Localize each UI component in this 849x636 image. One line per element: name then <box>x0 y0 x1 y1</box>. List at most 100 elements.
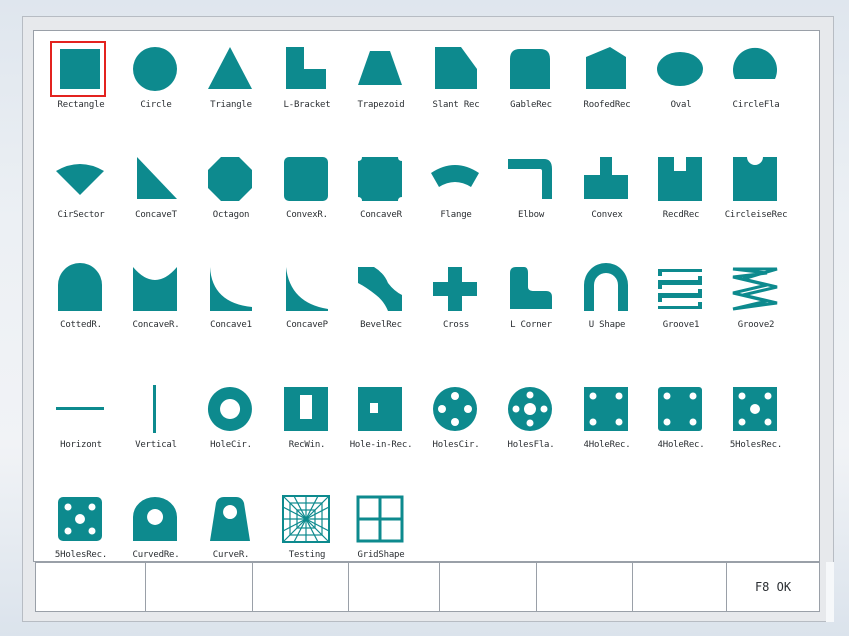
shape-item[interactable]: 4HoleRec. <box>574 373 636 473</box>
shape-item[interactable]: Convex <box>574 143 636 243</box>
function-key-slot[interactable] <box>253 563 349 611</box>
shape-label: CircleFla <box>732 100 780 110</box>
l-corner-icon <box>510 267 552 309</box>
shape-label: GridShape <box>357 550 405 560</box>
shape-item[interactable]: HoleCir. <box>198 373 260 473</box>
bevel-rect-icon <box>358 267 402 311</box>
shape-label: Cross <box>442 320 470 330</box>
shape-item[interactable]: Vertical <box>123 373 185 473</box>
gable-rect-icon <box>510 49 550 89</box>
shape-label: 4HoleRec. <box>583 440 631 450</box>
shape-item[interactable]: ConcaveR. <box>123 253 185 353</box>
trapezoid-icon <box>358 51 402 85</box>
holes-circle-icon <box>433 387 477 431</box>
curved-rect-icon <box>133 497 177 541</box>
shape-item[interactable]: Elbow <box>498 143 560 243</box>
circle-flat-icon <box>733 47 777 79</box>
function-key-slot[interactable] <box>537 563 633 611</box>
shape-item[interactable]: BevelRec <box>348 253 410 353</box>
shape-item[interactable]: 5HolesRec. <box>723 373 785 473</box>
shape-item[interactable]: Trapezoid <box>348 33 410 133</box>
hole-circle-icon <box>207 387 252 431</box>
concave-triangle-icon <box>137 157 177 199</box>
shape-item[interactable]: CottedR. <box>48 253 110 353</box>
shape-item[interactable]: ConcaveR <box>348 143 410 243</box>
four-hole-rect-icon <box>584 387 628 431</box>
shape-item[interactable]: Concave1 <box>198 253 260 353</box>
shape-label: ConcaveP <box>286 320 328 330</box>
shape-item[interactable]: GableRec <box>498 33 560 133</box>
shape-item[interactable]: CirSector <box>48 143 110 243</box>
hole-in-rect-icon <box>358 387 402 431</box>
shape-item[interactable]: RoofedRec <box>574 33 636 133</box>
function-key-slot[interactable] <box>349 563 440 611</box>
shape-item[interactable]: ConvexR. <box>274 143 336 243</box>
shape-label: GableRec <box>510 100 552 110</box>
function-key-slot[interactable] <box>440 563 537 611</box>
function-key-slot[interactable] <box>633 563 727 611</box>
l-bracket-icon <box>286 47 326 89</box>
shape-item[interactable]: U Shape <box>574 253 636 353</box>
shape-label: 5HolesRec. <box>729 440 783 450</box>
shape-item[interactable]: HolesFla. <box>498 373 560 473</box>
shape-label: Elbow <box>517 210 545 220</box>
holes-flange-icon <box>508 387 552 431</box>
shape-item[interactable]: Groove2 <box>723 253 785 353</box>
function-key-bar: F8 OK <box>35 562 820 612</box>
shape-item[interactable]: Octagon <box>198 143 260 243</box>
shape-label: ConvexR. <box>286 210 328 220</box>
shape-item[interactable]: Oval <box>648 33 710 133</box>
shape-label: HoleCir. <box>210 440 252 450</box>
curve-r-icon <box>210 497 250 541</box>
recd-rect-icon <box>658 157 702 201</box>
function-key-slot[interactable] <box>36 563 146 611</box>
shape-item[interactable]: Hole-in-Rec. <box>348 373 413 473</box>
f8-ok-button[interactable]: F8 OK <box>727 563 819 611</box>
vertical-line-icon <box>153 385 156 433</box>
shape-label: Concave1 <box>210 320 252 330</box>
octagon-icon <box>208 157 252 201</box>
shape-label: ConcaveT <box>135 210 177 220</box>
shape-item[interactable]: 4HoleRec. <box>648 373 710 473</box>
shape-label: BevelRec <box>360 320 402 330</box>
circle-notch-rect-icon <box>733 157 777 201</box>
shape-item[interactable]: Slant Rec <box>423 33 485 133</box>
shape-label: Hole-in-Rec. <box>349 440 413 450</box>
shape-label: Octagon <box>212 210 250 220</box>
shape-item[interactable]: Flange <box>423 143 485 243</box>
shape-item[interactable]: L-Bracket <box>274 33 336 133</box>
shape-item[interactable]: RecWin. <box>274 373 336 473</box>
window-edge <box>826 562 834 622</box>
flange-icon <box>431 165 479 187</box>
shape-label: Rectangle <box>57 100 105 110</box>
function-key-slot[interactable] <box>146 563 253 611</box>
shape-item[interactable]: Groove1 <box>648 253 710 353</box>
rect-window-icon <box>284 387 328 431</box>
five-hole-rect-icon <box>733 387 777 431</box>
shape-item[interactable]: Horizont <box>48 373 110 473</box>
convex-icon <box>584 157 628 199</box>
shape-item[interactable]: CircleiseRec <box>723 143 788 243</box>
cir-sector-icon <box>56 164 104 195</box>
shape-item[interactable]: ConcaveP <box>274 253 336 353</box>
shape-label: Slant Rec <box>432 100 480 110</box>
cotted-rect-icon <box>58 263 102 311</box>
shape-label: L-Bracket <box>283 100 331 110</box>
shape-label: Circle <box>140 100 172 110</box>
shape-item[interactable]: CircleFla <box>723 33 785 133</box>
shape-item[interactable]: HolesCir. <box>423 373 485 473</box>
shape-item[interactable]: Triangle <box>198 33 260 133</box>
shape-item[interactable]: Cross <box>423 253 485 353</box>
elbow-icon <box>508 159 552 199</box>
shape-item[interactable]: ConcaveT <box>123 143 185 243</box>
shape-label: Oval <box>670 100 692 110</box>
shape-item[interactable]: Rectangle <box>48 33 110 133</box>
shape-label: CurvedRe. <box>132 550 180 560</box>
shape-label: CircleiseRec <box>724 210 788 220</box>
shape-label: RoofedRec <box>583 100 631 110</box>
shape-item[interactable]: RecdRec <box>648 143 710 243</box>
shape-item[interactable]: L Corner <box>498 253 560 353</box>
shape-item[interactable]: Circle <box>123 33 185 133</box>
shape-label: Horizont <box>60 440 102 450</box>
five-hole-rect-2-icon <box>58 497 102 541</box>
